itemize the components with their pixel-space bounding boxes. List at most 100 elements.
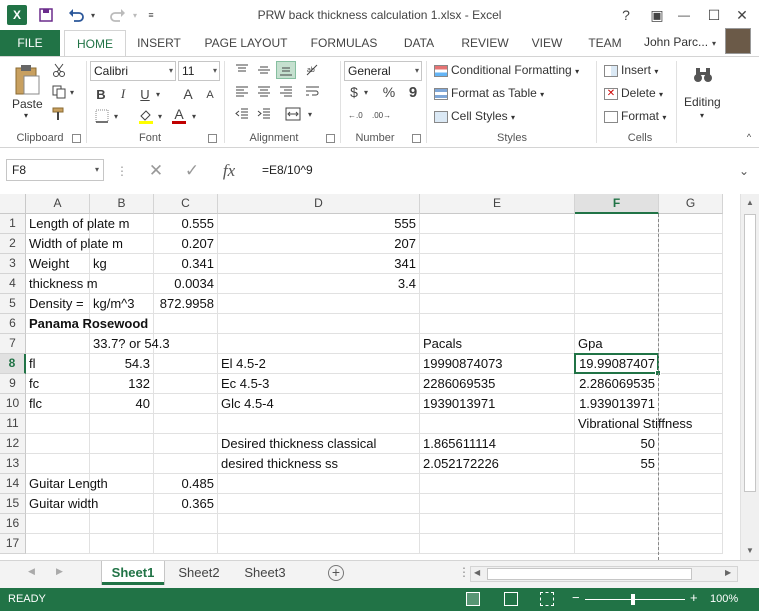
cell-c7[interactable]: [154, 334, 218, 354]
cell-g8[interactable]: [659, 354, 723, 374]
font-name-select[interactable]: Calibri ▾: [90, 61, 176, 81]
cell-e10[interactable]: 1939013971: [420, 394, 575, 414]
cell-f9[interactable]: 2.286069535: [575, 374, 659, 394]
cell-b5[interactable]: kg/m^3: [90, 294, 154, 314]
ribbon-display-options-icon[interactable]: ▣: [645, 4, 669, 26]
cell-b3[interactable]: kg: [90, 254, 154, 274]
cell-a3[interactable]: Weight: [26, 254, 90, 274]
cell-b6[interactable]: [90, 314, 154, 334]
cell-e17[interactable]: [420, 534, 575, 554]
cell-e16[interactable]: [420, 514, 575, 534]
column-header-c[interactable]: C: [154, 194, 218, 214]
format-cells-button[interactable]: Format ▾: [604, 109, 666, 123]
cell-c12[interactable]: [154, 434, 218, 454]
cell-g1[interactable]: [659, 214, 723, 234]
cell-a12[interactable]: [26, 434, 90, 454]
decrease-font-button[interactable]: A: [202, 87, 218, 103]
cell-a10[interactable]: flc: [26, 394, 90, 414]
currency-dropdown-icon[interactable]: ▾: [362, 83, 370, 101]
row-header-14[interactable]: 14: [0, 474, 26, 494]
cell-e8[interactable]: 19990874073: [420, 354, 575, 374]
cell-g16[interactable]: [659, 514, 723, 534]
cell-d16[interactable]: [218, 514, 420, 534]
cell-g12[interactable]: [659, 434, 723, 454]
increase-decimal-icon[interactable]: ←.0: [346, 105, 368, 123]
number-launcher-icon[interactable]: [412, 134, 421, 143]
cell-d3[interactable]: 341: [218, 254, 420, 274]
cell-c1[interactable]: 0.555: [154, 214, 218, 234]
maximize-button[interactable]: ☐: [702, 4, 726, 26]
cell-b8[interactable]: 54.3: [90, 354, 154, 374]
row-header-6[interactable]: 6: [0, 314, 26, 334]
cell-d9[interactable]: Ec 4.5-3: [218, 374, 420, 394]
cell-f15[interactable]: [575, 494, 659, 514]
collapse-ribbon-icon[interactable]: ^: [742, 131, 756, 143]
minimize-button[interactable]: —: [672, 4, 696, 26]
cell-b17[interactable]: [90, 534, 154, 554]
cell-g9[interactable]: [659, 374, 723, 394]
increase-font-button[interactable]: A: [180, 85, 196, 103]
clipboard-launcher-icon[interactable]: [72, 134, 81, 143]
cell-g11[interactable]: [659, 414, 723, 434]
tab-review[interactable]: REVIEW: [455, 30, 515, 56]
merge-dropdown-icon[interactable]: ▾: [306, 105, 314, 123]
cell-c14[interactable]: 0.485: [154, 474, 218, 494]
cell-g7[interactable]: [659, 334, 723, 354]
vertical-scroll-thumb[interactable]: [744, 214, 756, 492]
cell-a4[interactable]: thickness m: [26, 274, 98, 294]
cell-a16[interactable]: [26, 514, 90, 534]
worksheet-grid[interactable]: A B C D E F G 1 Length of plate m 0.555 555 2 Width …: [0, 194, 740, 560]
zoom-slider-thumb[interactable]: [631, 594, 635, 605]
tab-home[interactable]: HOME: [64, 30, 126, 57]
row-header-2[interactable]: 2: [0, 234, 26, 254]
font-launcher-icon[interactable]: [208, 134, 217, 143]
cell-f3[interactable]: [575, 254, 659, 274]
cell-a7[interactable]: [26, 334, 90, 354]
cell-c9[interactable]: [154, 374, 218, 394]
expand-formula-bar-icon[interactable]: ⌄: [736, 161, 752, 181]
format-as-table-button[interactable]: Format as Table ▾: [434, 86, 544, 100]
cell-e7[interactable]: Pacals: [420, 334, 575, 354]
page-break-view-icon[interactable]: [540, 592, 554, 606]
user-account-name[interactable]: John Parc...: [644, 35, 708, 49]
align-bottom-icon[interactable]: [276, 61, 296, 79]
cell-b12[interactable]: [90, 434, 154, 454]
row-header-9[interactable]: 9: [0, 374, 26, 394]
decrease-indent-icon[interactable]: [232, 105, 252, 123]
cell-f8[interactable]: 19.99087407: [575, 354, 659, 374]
cell-f6[interactable]: [575, 314, 659, 334]
number-format-select[interactable]: General ▾: [344, 61, 422, 81]
cell-c15[interactable]: 0.365: [154, 494, 218, 514]
row-header-12[interactable]: 12: [0, 434, 26, 454]
tab-file[interactable]: FILE: [0, 30, 60, 56]
font-size-select[interactable]: 11 ▾: [178, 61, 220, 81]
row-header-1[interactable]: 1: [0, 214, 26, 234]
cell-d10[interactable]: Glc 4.5-4: [218, 394, 420, 414]
cell-a13[interactable]: [26, 454, 90, 474]
cell-b9[interactable]: 132: [90, 374, 154, 394]
decrease-decimal-icon[interactable]: .00→: [370, 105, 392, 123]
user-dropdown-icon[interactable]: ▾: [708, 30, 720, 56]
cell-d1[interactable]: 555: [218, 214, 420, 234]
cell-a14[interactable]: Guitar Length: [26, 474, 108, 494]
cell-d5[interactable]: [218, 294, 420, 314]
cell-g2[interactable]: [659, 234, 723, 254]
cell-b4[interactable]: [90, 274, 154, 294]
cell-a11[interactable]: [26, 414, 90, 434]
cell-f11[interactable]: Vibrational Stiffness: [575, 414, 692, 434]
borders-dropdown-icon[interactable]: ▾: [112, 107, 120, 125]
cell-g10[interactable]: [659, 394, 723, 414]
cell-g14[interactable]: [659, 474, 723, 494]
column-header-b[interactable]: B: [90, 194, 154, 214]
row-header-11[interactable]: 11: [0, 414, 26, 434]
cell-a9[interactable]: fc: [26, 374, 90, 394]
borders-icon[interactable]: [92, 107, 112, 125]
binoculars-icon[interactable]: [690, 63, 716, 87]
cell-c17[interactable]: [154, 534, 218, 554]
cell-d4[interactable]: 3.4: [218, 274, 420, 294]
cell-g5[interactable]: [659, 294, 723, 314]
cell-e14[interactable]: [420, 474, 575, 494]
cell-d11[interactable]: [218, 414, 420, 434]
row-header-15[interactable]: 15: [0, 494, 26, 514]
cell-f16[interactable]: [575, 514, 659, 534]
